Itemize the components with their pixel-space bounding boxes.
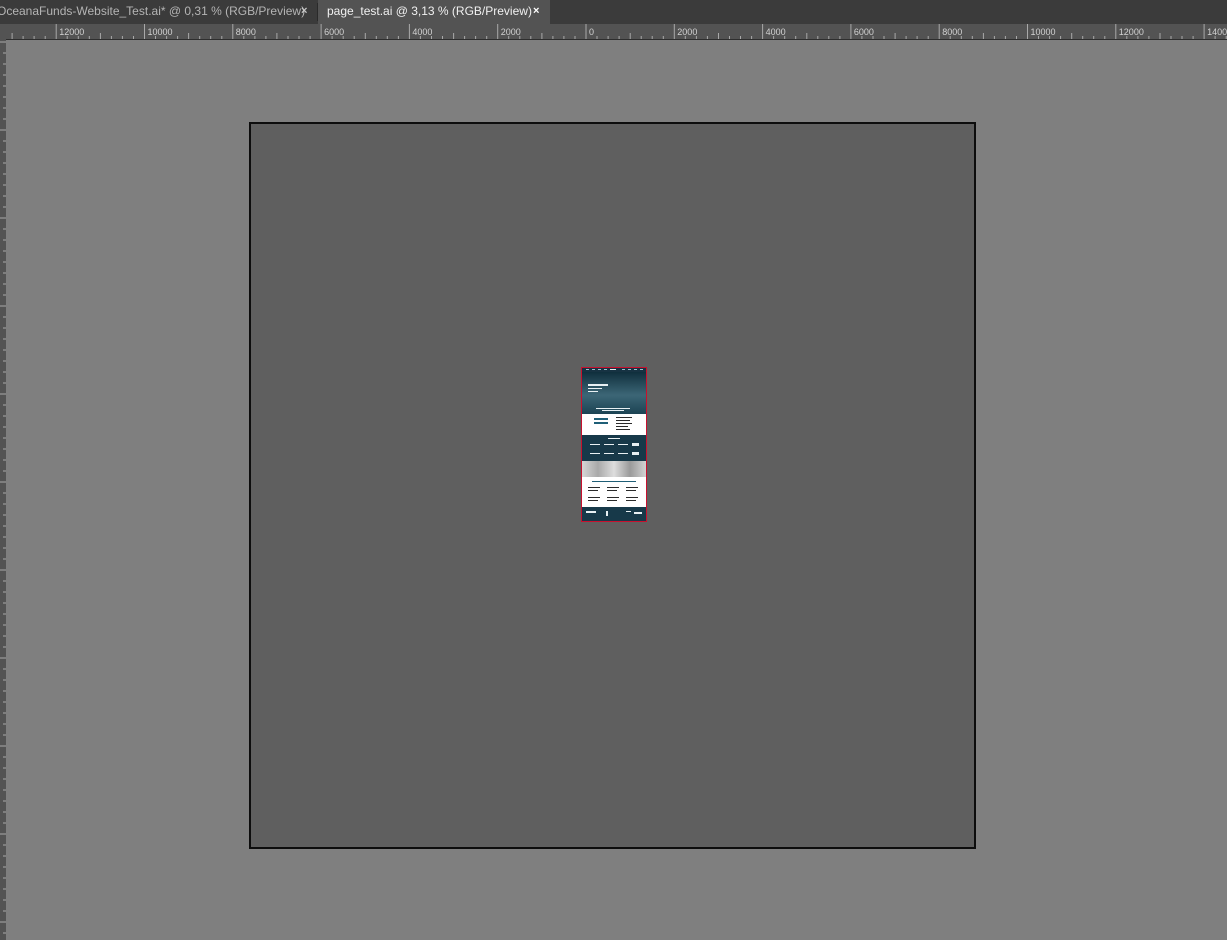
thumbnail-intro-section [582, 414, 646, 435]
ruler-label: 8000 [236, 27, 256, 37]
horizontal-ruler[interactable]: 12000 10000 8000 6000 4000 2000 0 2000 4000 6000 8… [6, 24, 1227, 40]
document-tab-bar: OceanaFunds-Website_Test.ai* @ 0,31 % (R… [0, 0, 1227, 24]
close-icon[interactable]: × [533, 0, 539, 22]
tab-page-test[interactable]: page_test.ai @ 3,13 % (RGB/Preview) × [318, 0, 550, 24]
ruler-label: 4000 [766, 27, 786, 37]
ruler-label: 0 [589, 27, 594, 37]
tab-oceanafunds-website-test[interactable]: OceanaFunds-Website_Test.ai* @ 0,31 % (R… [0, 0, 318, 24]
thumbnail-hero-section [582, 372, 646, 414]
ruler-label: 2000 [501, 27, 521, 37]
ruler-label: 6000 [324, 27, 344, 37]
ruler-label: 14000 [1207, 27, 1227, 37]
ruler-label: 12000 [1119, 27, 1144, 37]
thumbnail-footer [582, 507, 646, 521]
thumbnail-features-section [582, 435, 646, 461]
ruler-label: 8000 [942, 27, 962, 37]
ruler-label: 12000 [59, 27, 84, 37]
tab-title: OceanaFunds-Website_Test.ai* @ 0,31 % (R… [0, 4, 306, 18]
ruler-label: 2000 [677, 27, 697, 37]
page-design-thumbnail[interactable] [581, 367, 647, 522]
thumbnail-team-section [582, 477, 646, 507]
ruler-label: 10000 [1031, 27, 1056, 37]
close-icon[interactable]: × [301, 0, 307, 22]
ruler-label: 4000 [412, 27, 432, 37]
tab-title: page_test.ai @ 3,13 % (RGB/Preview) [327, 4, 532, 18]
horizontal-ruler-ticks: 12000 10000 8000 6000 4000 2000 0 2000 4000 6000 8… [11, 24, 1227, 39]
ruler-label: 10000 [148, 27, 173, 37]
thumbnail-team-photo [582, 461, 646, 477]
ruler-label: 6000 [854, 27, 874, 37]
